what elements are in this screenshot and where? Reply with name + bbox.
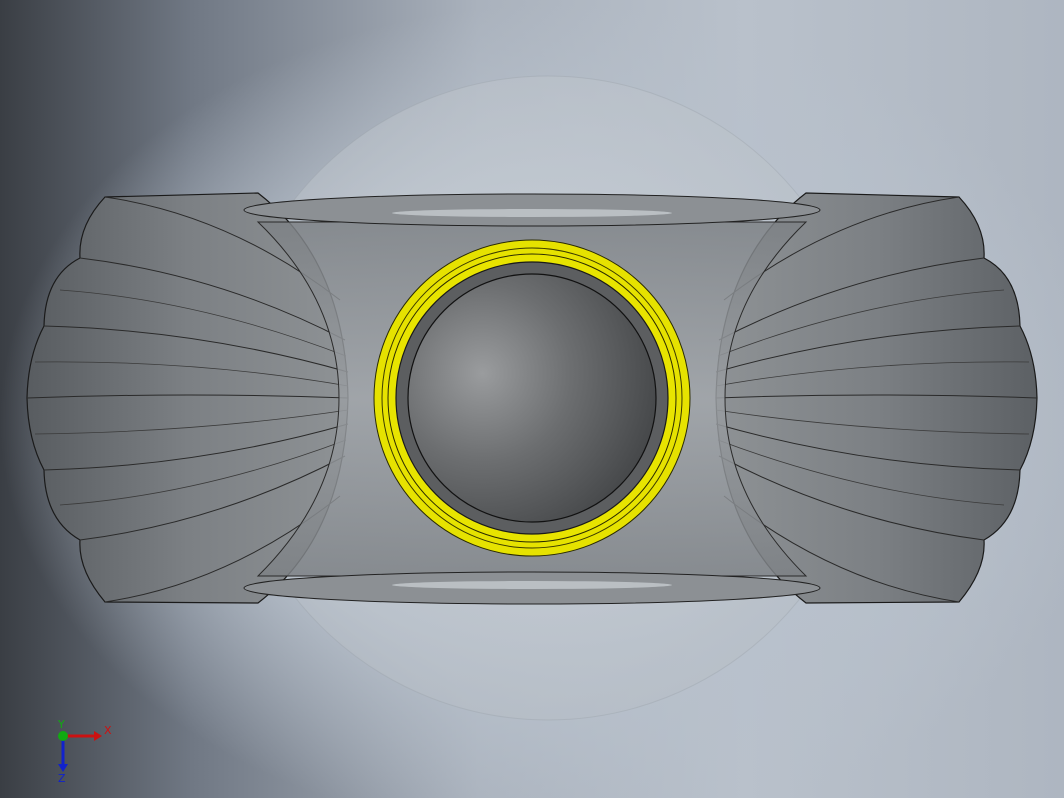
reference-triad: X Y Z xyxy=(57,718,112,785)
x-axis-label: X xyxy=(104,724,112,737)
z-axis-arrow xyxy=(58,736,68,772)
model-view[interactable] xyxy=(0,0,1064,798)
y-axis-dot xyxy=(58,731,68,741)
z-axis-label: Z xyxy=(58,772,66,785)
x-axis-arrow xyxy=(63,731,102,741)
inner-ball[interactable] xyxy=(407,273,657,523)
graphics-viewport[interactable]: X Y Z xyxy=(0,0,1064,798)
y-axis-label: Y xyxy=(57,718,65,731)
